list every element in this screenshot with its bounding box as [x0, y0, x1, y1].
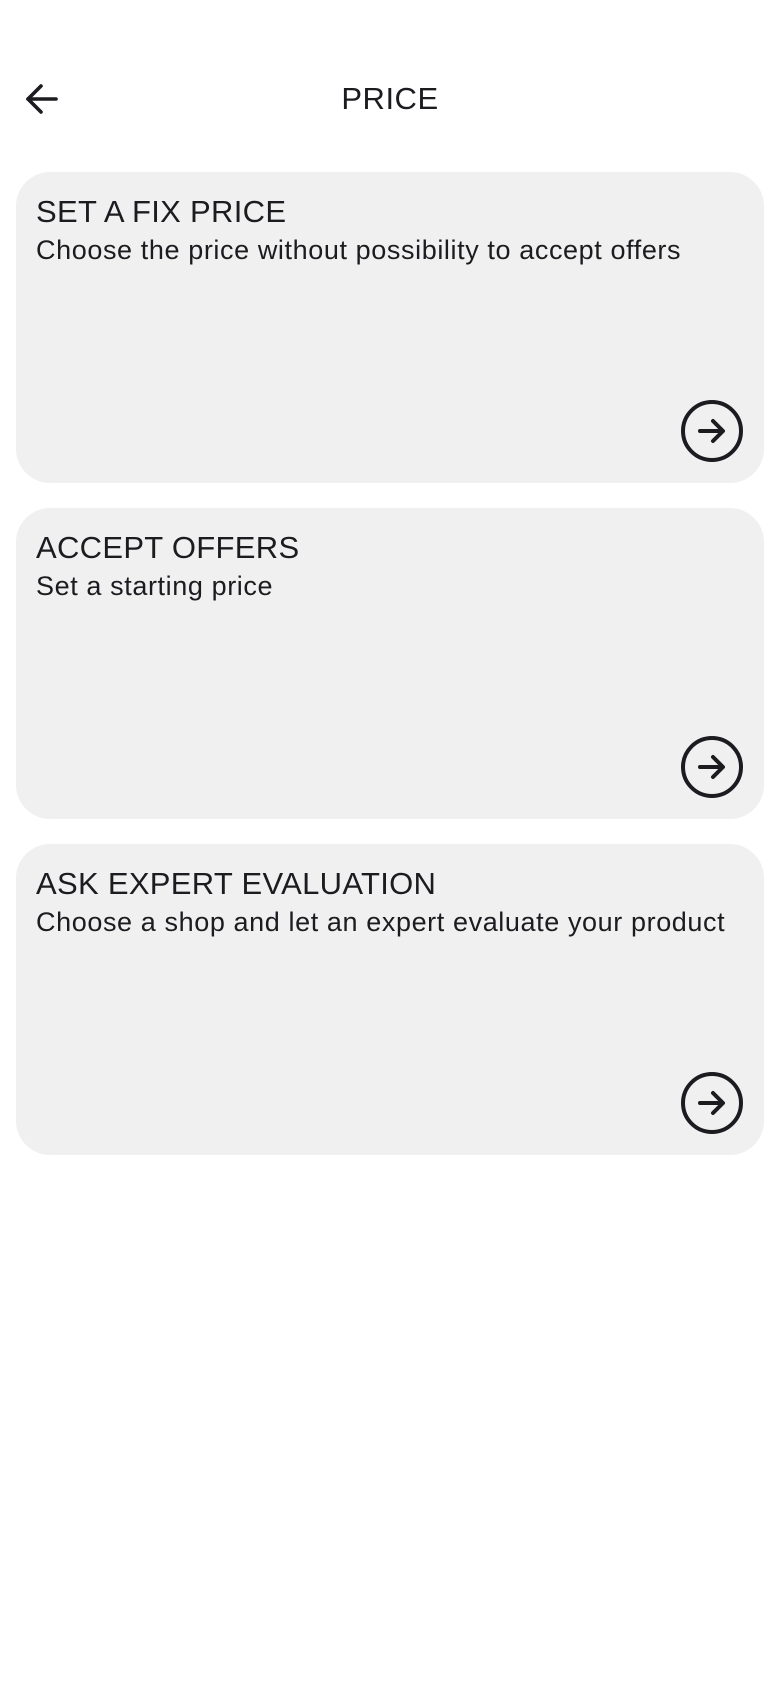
option-card-expert-evaluation[interactable]: ASK EXPERT EVALUATION Choose a shop and … — [16, 844, 764, 1155]
arrow-left-icon — [26, 84, 58, 114]
arrow-right-circle-icon[interactable] — [680, 399, 744, 463]
arrow-right-circle-icon[interactable] — [680, 735, 744, 799]
arrow-right-circle-icon[interactable] — [680, 1071, 744, 1135]
price-options-list: SET A FIX PRICE Choose the price without… — [16, 172, 764, 1180]
option-title: SET A FIX PRICE — [36, 194, 287, 229]
page-title: PRICE — [341, 81, 439, 116]
back-button[interactable] — [16, 73, 68, 125]
option-title: ACCEPT OFFERS — [36, 530, 300, 565]
option-description: Set a starting price — [36, 571, 274, 601]
option-card-fix-price[interactable]: SET A FIX PRICE Choose the price without… — [16, 172, 764, 483]
top-app-bar: PRICE — [0, 60, 780, 138]
option-title: ASK EXPERT EVALUATION — [36, 866, 437, 901]
option-card-accept-offers[interactable]: ACCEPT OFFERS Set a starting price — [16, 508, 764, 819]
option-description: Choose a shop and let an expert evaluate… — [36, 907, 726, 937]
option-description: Choose the price without possibility to … — [36, 235, 682, 265]
